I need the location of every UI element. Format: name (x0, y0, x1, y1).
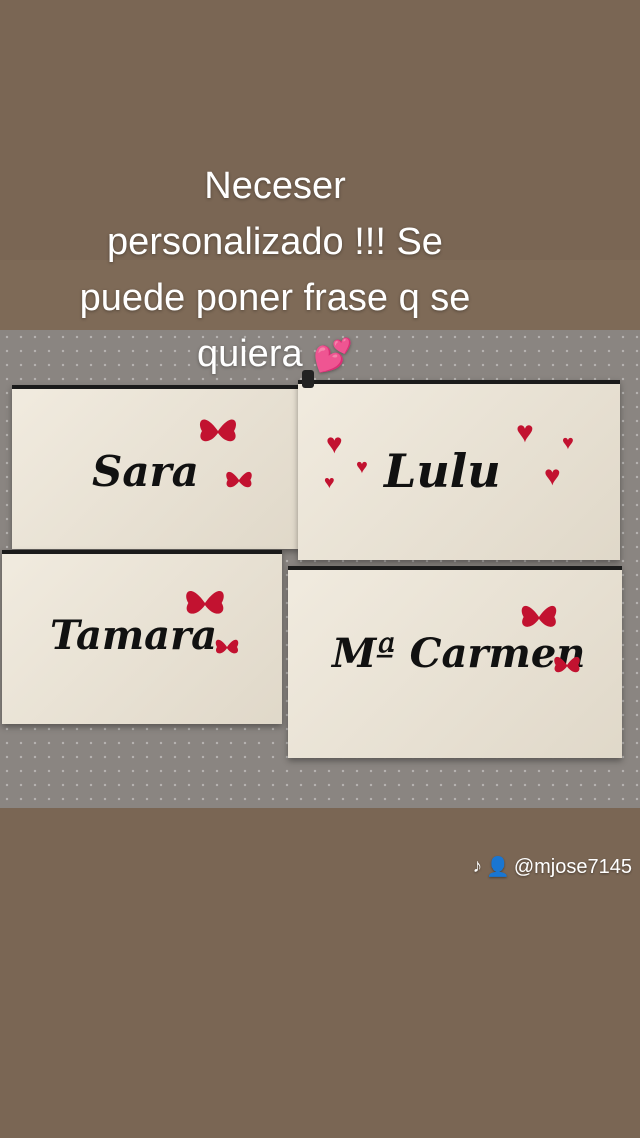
butterfly-icon (521, 605, 557, 627)
butterfly-icon (215, 639, 239, 654)
caption-line: quiera 💕 (0, 326, 550, 383)
caption-line: Neceser (204, 165, 346, 207)
two-hearts-icon: 💕 (313, 337, 354, 373)
butterfly-icon (554, 656, 580, 673)
heart-icon: ♥ (516, 416, 534, 449)
heart-icon: ♥ (324, 472, 335, 492)
pouch-sara: Sara (12, 375, 314, 549)
pouch-name: Lulu (384, 444, 501, 498)
caption-line-text: quiera (196, 333, 303, 375)
pouch-name: Sara (92, 447, 199, 496)
pouch-lulu: Lulu ♥ ♥ ♥ ♥ ♥ ♥ (298, 370, 620, 560)
product-photo: Sara Lulu ♥ ♥ ♥ ♥ ♥ ♥ Tamara Mª Carmen (0, 330, 640, 808)
butterfly-icon (186, 590, 224, 614)
video-caption: Neceser personalizado !!! Se puede poner… (0, 158, 550, 383)
caption-line: puede poner frase q se (79, 277, 471, 319)
butterfly-icon (199, 419, 237, 442)
pouch-tamara: Tamara (2, 550, 282, 724)
heart-icon: ♥ (562, 432, 574, 454)
butterfly-icon (226, 471, 252, 488)
creator-credit[interactable]: ♪ 👤 @mjose7145 (473, 855, 632, 879)
heart-icon: ♥ (544, 460, 561, 491)
creator-handle: @mjose7145 (513, 855, 632, 878)
heart-icon: ♥ (326, 428, 343, 459)
user-icon: 👤 (486, 857, 510, 878)
caption-line: personalizado !!! Se (107, 221, 443, 263)
tiktok-icon: ♪ (472, 856, 483, 877)
heart-icon: ♥ (356, 456, 368, 478)
pouch-mcarmen: Mª Carmen (288, 566, 622, 758)
